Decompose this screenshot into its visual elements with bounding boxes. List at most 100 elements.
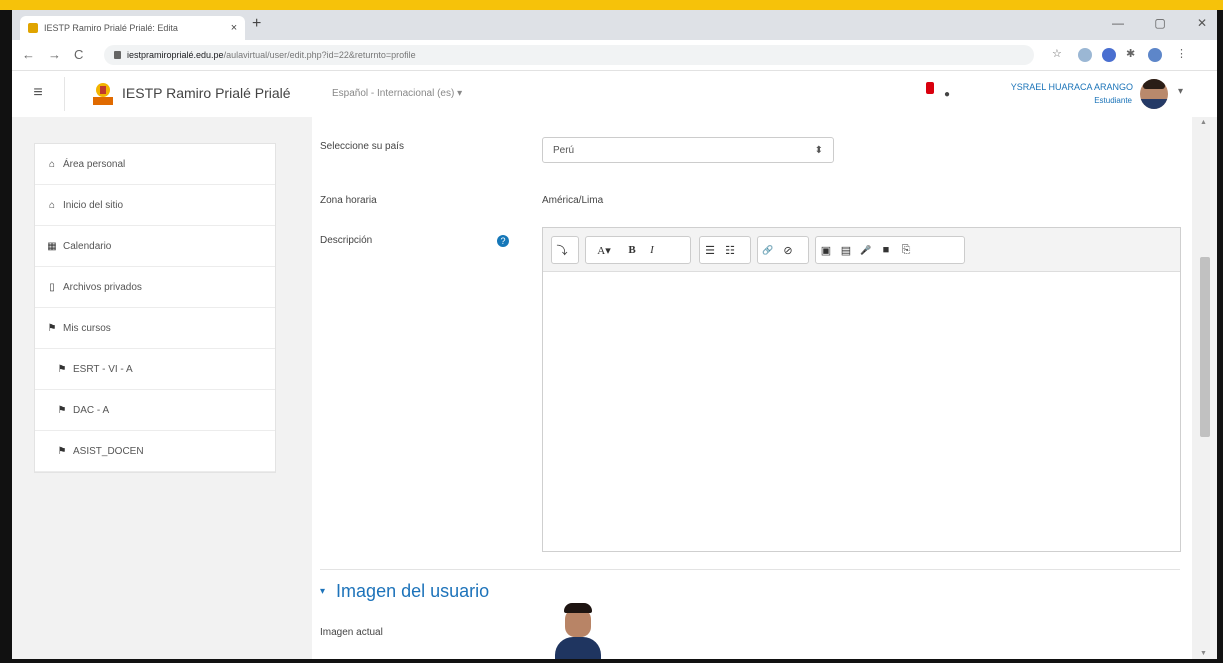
unlink-icon[interactable]: ⊘ bbox=[778, 244, 798, 257]
profile-icon[interactable] bbox=[1148, 48, 1162, 62]
page-scrollbar[interactable]: ▲ ▼ bbox=[1192, 117, 1217, 659]
sidebar-item-label: Mis cursos bbox=[63, 322, 111, 334]
graduation-cap-icon: ⚑ bbox=[57, 363, 67, 375]
site-logo[interactable] bbox=[90, 81, 116, 107]
star-icon[interactable]: ☆ bbox=[1052, 47, 1062, 60]
url-field[interactable]: iestpramiroprialé.edu.pe /aulavirtual/us… bbox=[104, 45, 1034, 65]
sidebar-item-label: Calendario bbox=[63, 240, 112, 252]
timezone-value: América/Lima bbox=[542, 195, 604, 206]
sidebar-item-mis-cursos[interactable]: ⚑ Mis cursos bbox=[35, 308, 275, 349]
notification-badge bbox=[926, 82, 934, 94]
address-bar-row: ← → C iestpramiroprialé.edu.pe /aulavirt… bbox=[12, 40, 1217, 71]
insert-media-icon[interactable]: ▤ bbox=[836, 244, 856, 257]
record-audio-icon[interactable]: 🎤 bbox=[856, 245, 876, 256]
user-menu-caret-icon[interactable]: ▾ bbox=[1178, 86, 1183, 97]
avatar-hair bbox=[1143, 79, 1165, 89]
kebab-menu-icon[interactable]: ⋮ bbox=[1176, 47, 1187, 60]
toolbar-group: ▣ ▤ 🎤 ■ ⎘ bbox=[815, 236, 965, 264]
insert-image-icon[interactable]: ▣ bbox=[816, 244, 836, 257]
record-video-icon[interactable]: ■ bbox=[876, 244, 896, 256]
description-editor: ⤵ A▾ B I ☰ ☷ 🔗 ⊘ ▣ ▤ 🎤 ■ ⎘ bbox=[542, 227, 1181, 552]
messages-icon[interactable]: ● bbox=[944, 89, 950, 100]
sidebar-item-course[interactable]: ⚑ ESRT - VI - A bbox=[35, 349, 275, 390]
avatar[interactable] bbox=[1140, 79, 1168, 109]
screen-frame-top bbox=[0, 0, 1223, 10]
close-tab-icon[interactable]: × bbox=[227, 22, 241, 34]
screen-frame-bottom bbox=[0, 659, 1223, 663]
back-icon[interactable]: ← bbox=[22, 47, 35, 62]
photo-face bbox=[565, 609, 591, 637]
manage-files-icon[interactable]: ⎘ bbox=[896, 244, 916, 257]
lock-icon bbox=[114, 51, 121, 59]
unordered-list-icon[interactable]: ☰ bbox=[700, 244, 720, 257]
bold-button[interactable]: B bbox=[622, 244, 642, 256]
avatar-body bbox=[1140, 99, 1168, 109]
sidebar-item-area-personal[interactable]: ⌂ Área personal bbox=[35, 144, 275, 185]
extension-icon[interactable] bbox=[1078, 48, 1092, 62]
tab-title: IESTP Ramiro Prialé Prialé: Edita bbox=[44, 23, 178, 33]
select-caret-icon: ⬍ bbox=[814, 144, 823, 156]
sidebar-item-inicio[interactable]: ⌂ Inicio del sitio bbox=[35, 185, 275, 226]
sidebar-item-course[interactable]: ⚑ ASIST_DOCEN bbox=[35, 431, 275, 472]
expand-toolbar-icon[interactable]: ⤵ bbox=[552, 242, 572, 258]
user-name[interactable]: YSRAEL HUARACA ARANGO bbox=[958, 82, 1133, 92]
description-label: Descripción bbox=[320, 235, 373, 246]
description-textarea[interactable] bbox=[543, 272, 1180, 551]
new-tab-button[interactable]: + bbox=[252, 15, 261, 33]
hamburger-menu-icon[interactable]: ≡ bbox=[26, 84, 50, 104]
user-role: Estudiante bbox=[1094, 96, 1132, 105]
scrollbar-thumb[interactable] bbox=[1200, 257, 1210, 437]
chevron-down-icon: ▾ bbox=[320, 586, 326, 597]
site-navbar: ≡ IESTP Ramiro Prialé Prialé Español - I… bbox=[12, 71, 1217, 118]
country-select[interactable]: Perú ⬍ bbox=[542, 137, 834, 163]
scroll-up-icon[interactable]: ▲ bbox=[1200, 119, 1207, 126]
browser-tab[interactable]: IESTP Ramiro Prialé Prialé: Edita × bbox=[20, 16, 245, 40]
maximize-icon[interactable]: ▢ bbox=[1153, 16, 1167, 30]
puzzle-icon[interactable]: ✱ bbox=[1126, 47, 1135, 60]
file-icon: ▯ bbox=[49, 281, 55, 293]
sidebar-item-label: ESRT - VI - A bbox=[73, 363, 133, 375]
sidebar-item-label: Área personal bbox=[63, 158, 126, 170]
section-divider bbox=[320, 569, 1180, 570]
toolbar-group: ⤵ bbox=[551, 236, 579, 264]
section-header-user-image[interactable]: ▾ Imagen del usuario bbox=[320, 581, 489, 602]
main-content: Seleccione su país Perú ⬍ Zona horaria A… bbox=[312, 117, 1192, 659]
sidebar-item-label: ASIST_DOCEN bbox=[73, 445, 144, 457]
sidebar-item-label: Inicio del sitio bbox=[63, 199, 124, 211]
minimize-icon[interactable]: — bbox=[1111, 16, 1125, 30]
calendar-icon: ▦ bbox=[47, 240, 57, 252]
window-controls: — ▢ ✕ bbox=[1111, 16, 1209, 30]
screen-frame-right bbox=[1217, 10, 1223, 663]
current-user-image bbox=[555, 603, 601, 659]
italic-button[interactable]: I bbox=[642, 244, 662, 256]
sidebar-item-calendario[interactable]: ▦ Calendario bbox=[35, 226, 275, 267]
nav-list: ⌂ Área personal ⌂ Inicio del sitio ▦ Cal… bbox=[34, 143, 276, 473]
toolbar-group: 🔗 ⊘ bbox=[757, 236, 809, 264]
forward-icon[interactable]: → bbox=[48, 47, 61, 62]
reload-icon[interactable]: C bbox=[74, 47, 83, 62]
sidebar-item-course[interactable]: ⚑ DAC - A bbox=[35, 390, 275, 431]
scroll-down-icon[interactable]: ▼ bbox=[1200, 650, 1207, 657]
language-menu[interactable]: Español - Internacional (es) ▾ bbox=[332, 88, 462, 99]
close-window-icon[interactable]: ✕ bbox=[1195, 16, 1209, 30]
sidebar-item-label: Archivos privados bbox=[63, 281, 142, 293]
graduation-cap-icon: ⚑ bbox=[47, 322, 57, 334]
url-path: /aulavirtual/user/edit.php?id=22&returnt… bbox=[223, 50, 416, 60]
section-title: Imagen del usuario bbox=[336, 581, 490, 601]
tab-bar: IESTP Ramiro Prialé Prialé: Edita × + — … bbox=[12, 10, 1217, 40]
ordered-list-icon[interactable]: ☷ bbox=[720, 244, 740, 257]
toolbar-group: A▾ B I bbox=[585, 236, 691, 264]
current-image-label: Imagen actual bbox=[320, 627, 383, 638]
link-icon[interactable]: 🔗 bbox=[758, 245, 778, 256]
graduation-cap-icon: ⚑ bbox=[57, 404, 67, 416]
font-style-button[interactable]: A▾ bbox=[586, 244, 622, 257]
navbar-divider bbox=[64, 77, 65, 111]
sidebar-item-archivos[interactable]: ▯ Archivos privados bbox=[35, 267, 275, 308]
toolbar-group: ☰ ☷ bbox=[699, 236, 751, 264]
url-domain: iestpramiroprialé.edu.pe bbox=[127, 50, 224, 60]
notifications-icon[interactable] bbox=[922, 82, 936, 102]
site-name[interactable]: IESTP Ramiro Prialé Prialé bbox=[122, 85, 291, 101]
extension-icon[interactable] bbox=[1102, 48, 1116, 62]
timezone-label: Zona horaria bbox=[320, 195, 377, 206]
help-icon[interactable]: ? bbox=[497, 235, 509, 247]
